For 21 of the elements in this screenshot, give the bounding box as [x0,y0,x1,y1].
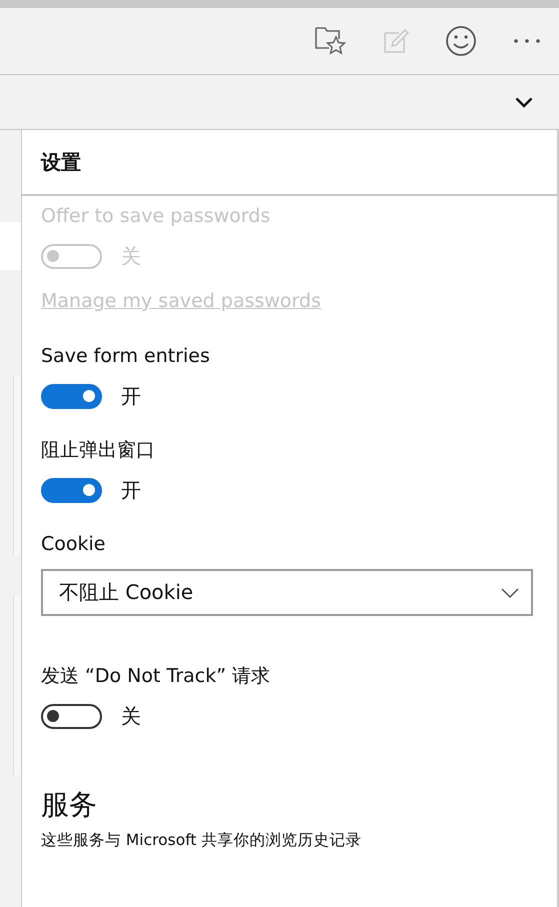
section-heading: 服务 [41,787,98,823]
setting-label: Save form entries [41,344,211,369]
favorites-folder-icon[interactable] [315,26,347,56]
section-description: 这些服务与 Microsoft 共享你的浏览历史记录 [41,830,362,851]
setting-label: 阻止弹出窗口 [41,438,156,463]
setting-label: 发送 “Do Not Track” 请求 [41,664,272,689]
toggle-switch[interactable] [41,704,102,729]
setting-label: Cookie [41,532,106,557]
toggle-state-text: 关 [121,703,141,730]
panel-title: 设置 [41,148,81,176]
cookie-dropdown[interactable]: 不阻止 Cookie [41,569,533,616]
chevron-down-icon [501,588,519,598]
toggle-state-text: 开 [121,477,141,504]
toggle-switch[interactable] [41,478,102,503]
toggle-switch[interactable] [41,384,102,409]
setting-label: Offer to save passwords [41,204,272,229]
more-icon[interactable] [513,38,541,44]
chevron-down-icon[interactable] [515,96,533,108]
toggle-state-text: 关 [121,243,141,270]
toggle-state-text: 开 [121,383,141,410]
smiley-icon[interactable] [445,25,477,57]
